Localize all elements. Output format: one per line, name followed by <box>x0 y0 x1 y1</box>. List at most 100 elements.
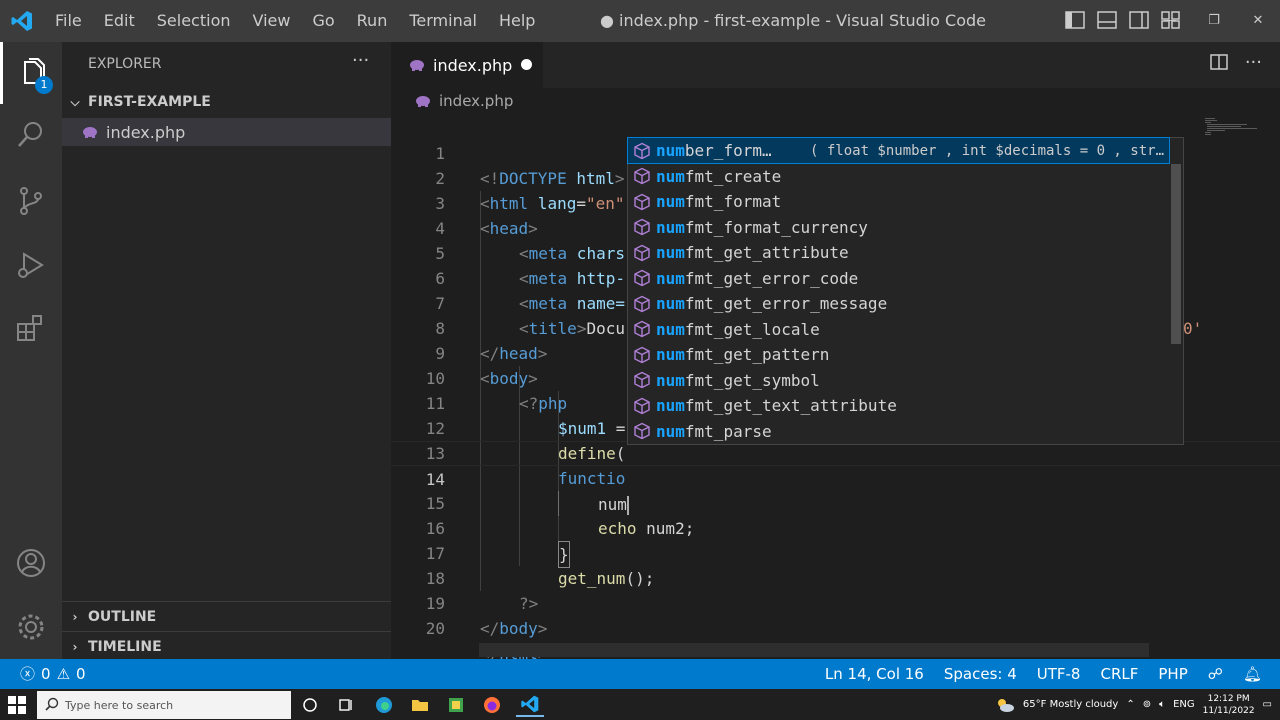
vscode-logo-icon <box>0 0 44 42</box>
unsaved-dot-icon[interactable] <box>521 59 532 70</box>
suggestion-label: fmt_get_symbol <box>684 370 820 390</box>
suggestion-label: fmt_format_currency <box>684 217 868 237</box>
status-bar: ⓧ 0 ⚠ 0 Ln 14, Col 16 Spaces: 4 UTF-8 CR… <box>0 659 1280 689</box>
edge-browser-icon[interactable] <box>372 693 396 717</box>
account-icon <box>17 549 45 577</box>
more-actions-icon[interactable]: ··· <box>1245 52 1262 73</box>
split-editor-icon[interactable] <box>1209 52 1229 72</box>
menu-view[interactable]: View <box>242 0 302 42</box>
clock-time: 12:12 PM <box>1207 693 1250 704</box>
gear-icon <box>18 614 44 640</box>
volume-icon[interactable]: 🔈︎ <box>1159 699 1165 710</box>
run-debug-activity[interactable] <box>0 234 62 296</box>
outline-section[interactable]: › OUTLINE <box>62 601 391 631</box>
windows-taskbar: Type here to search 65°F Mostly cloudy ⌃… <box>0 689 1280 720</box>
chevron-right-icon: › <box>72 609 78 624</box>
extensions-activity[interactable] <box>0 298 62 360</box>
tray-chevron-up-icon[interactable]: ⌃ <box>1126 699 1134 710</box>
php-elephant-icon <box>416 96 430 107</box>
suggestion-item[interactable]: num fmt_get_locale <box>628 317 1169 342</box>
breadcrumb-file[interactable]: index.php <box>439 92 513 110</box>
menu-terminal[interactable]: Terminal <box>398 0 488 42</box>
explorer-more-actions[interactable]: ··· <box>352 50 369 71</box>
title-bar: File Edit Selection View Go Run Terminal… <box>0 0 1280 42</box>
suggestion-item[interactable]: num fmt_get_pattern <box>628 342 1169 367</box>
method-cube-icon <box>628 138 656 163</box>
suggestion-label: fmt_parse <box>684 421 772 441</box>
method-cube-icon <box>628 266 656 291</box>
toggle-sidebar-icon[interactable] <box>1064 9 1086 31</box>
suggestion-item[interactable]: num fmt_get_error_code <box>628 266 1169 291</box>
menu-help[interactable]: Help <box>488 0 546 42</box>
tab-label: index.php <box>433 55 513 75</box>
source-control-activity[interactable] <box>0 170 62 232</box>
suggestion-match: num <box>656 370 685 390</box>
window-controls: — ❐ ✕ <box>1148 0 1280 42</box>
suggestion-item[interactable]: num fmt_get_error_message <box>628 291 1169 316</box>
menu-go[interactable]: Go <box>301 0 345 42</box>
minimize-button[interactable]: — <box>1148 0 1192 42</box>
menu-edit[interactable]: Edit <box>93 0 146 42</box>
activity-bar: 1 <box>0 42 62 659</box>
suggestion-match: num <box>656 141 685 160</box>
network-icon[interactable]: ⊚ <box>1143 699 1151 710</box>
php-elephant-icon <box>83 127 97 138</box>
menu-file[interactable]: File <box>44 0 93 42</box>
vscode-taskbar-icon[interactable] <box>516 693 544 717</box>
suggestion-item[interactable]: num fmt_get_attribute <box>628 240 1169 265</box>
indentation[interactable]: Spaces: 4 <box>944 659 1017 689</box>
suggestion-item[interactable]: num fmt_get_text_attribute <box>628 393 1169 418</box>
line-ending[interactable]: CRLF <box>1100 659 1138 689</box>
toggle-panel-icon[interactable] <box>1096 9 1118 31</box>
cortana-icon[interactable] <box>298 693 322 717</box>
action-center-icon[interactable]: ▭ <box>1263 699 1272 710</box>
firefox-icon[interactable] <box>480 693 504 717</box>
method-cube-icon <box>628 393 656 418</box>
tab-index-php[interactable]: index.php <box>391 42 543 88</box>
explorer-sidebar: EXPLORER ··· ⌵ FIRST-EXAMPLE index.php ›… <box>62 42 391 659</box>
encoding[interactable]: UTF-8 <box>1037 659 1081 689</box>
tab-bar: index.php ··· <box>391 42 1280 88</box>
suggestion-item[interactable]: num fmt_format_currency <box>628 215 1169 240</box>
weather-text[interactable]: 65°F Mostly cloudy <box>1023 699 1118 710</box>
search-icon <box>45 697 59 711</box>
suggestion-item[interactable]: num fmt_get_symbol <box>628 368 1169 393</box>
suggestion-item-selected[interactable]: num ber_form… ( float $number , int $decim… <box>627 137 1170 164</box>
store-app-icon[interactable] <box>444 693 468 717</box>
close-window-button[interactable]: ✕ <box>1236 0 1280 42</box>
horizontal-scrollbar[interactable] <box>479 643 1149 657</box>
menu-run[interactable]: Run <box>346 0 399 42</box>
language-mode[interactable]: PHP <box>1158 659 1187 689</box>
file-item-index-php[interactable]: index.php <box>62 118 391 146</box>
menu-bar: File Edit Selection View Go Run Terminal… <box>44 0 546 42</box>
manage-activity[interactable] <box>0 596 62 658</box>
code-line: 20 </html> <box>391 591 1280 663</box>
input-language[interactable]: ENG <box>1173 699 1195 710</box>
feedback-icon[interactable]: ☍ <box>1208 659 1223 689</box>
suggest-scrollbar[interactable] <box>1171 164 1181 344</box>
accounts-activity[interactable] <box>0 532 62 594</box>
suggestion-label: fmt_get_locale <box>684 319 820 339</box>
system-tray: 65°F Mostly cloudy ⌃ ⊚ 🔈︎ ENG 12:12 PM 1… <box>995 689 1280 720</box>
task-view-icon[interactable] <box>334 693 358 717</box>
toggle-secondary-sidebar-icon[interactable] <box>1128 9 1150 31</box>
problems-indicator[interactable]: ⓧ 0 ⚠ 0 <box>20 659 86 689</box>
clock[interactable]: 12:12 PM 11/11/2022 <box>1203 693 1255 717</box>
suggestion-item[interactable]: num fmt_parse <box>628 419 1169 444</box>
suggestion-item[interactable]: num fmt_format <box>628 189 1169 214</box>
search-activity[interactable] <box>0 104 62 166</box>
file-explorer-icon[interactable] <box>408 693 432 717</box>
suggestion-match: num <box>656 421 685 441</box>
notifications-bell-icon[interactable]: 🔔︎ <box>1243 659 1262 689</box>
timeline-section[interactable]: › TIMELINE <box>62 631 391 661</box>
cursor-position[interactable]: Ln 14, Col 16 <box>825 659 924 689</box>
maximize-button[interactable]: ❐ <box>1192 0 1236 42</box>
suggestion-match: num <box>656 243 685 262</box>
suggestion-item[interactable]: num fmt_create <box>628 164 1169 189</box>
menu-selection[interactable]: Selection <box>146 0 242 42</box>
workspace-folder[interactable]: ⌵ FIRST-EXAMPLE <box>62 90 391 114</box>
windows-start-icon[interactable] <box>8 696 26 714</box>
explorer-activity[interactable]: 1 <box>0 42 62 104</box>
taskbar-search-box[interactable]: Type here to search <box>37 691 291 719</box>
suggestion-label: fmt_get_attribute <box>684 243 849 262</box>
